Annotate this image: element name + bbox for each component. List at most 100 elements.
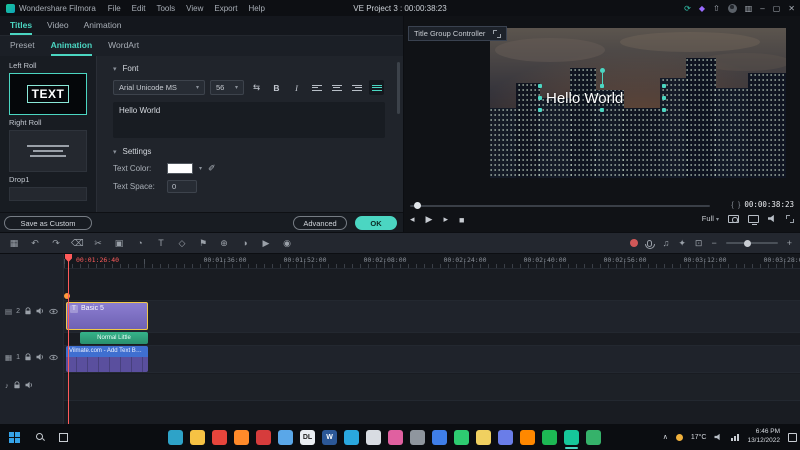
chevron-down-icon[interactable]: ▾ [199,165,202,172]
text-tool-icon[interactable]: T [155,238,167,248]
undo-icon[interactable]: ↶ [29,238,41,249]
eye-icon[interactable] [49,308,58,315]
text-color-swatch[interactable] [167,163,193,174]
next-frame-button[interactable]: ▸ [443,214,448,225]
menu-item[interactable]: Export [214,4,237,13]
resize-handle[interactable] [600,108,604,112]
upgrade-icon[interactable]: ◆ [699,4,705,13]
network-icon[interactable] [731,433,740,441]
resize-handle[interactable] [662,96,666,100]
align-center-button[interactable] [329,80,344,95]
notepad-icon[interactable] [278,429,293,445]
chrome-icon[interactable] [212,429,227,445]
preset-thumbnail[interactable] [9,130,87,172]
settings-section-header[interactable]: ▾ Settings [113,147,389,156]
snapshot-icon[interactable]: ◉ [281,238,293,249]
recorder-icon[interactable] [586,429,601,445]
subtab-animation[interactable]: Animation [50,36,93,56]
zoom-out-button[interactable]: − [711,238,716,248]
folder-icon[interactable] [190,429,205,445]
mark-in-icon[interactable]: { [731,200,734,209]
record-button[interactable] [629,239,638,247]
discord-icon[interactable] [498,429,513,445]
sync-icon[interactable]: ⟳ [684,4,691,13]
mark-out-icon[interactable]: } [738,200,741,209]
italic-button[interactable]: I [289,80,304,95]
filmora-icon[interactable] [564,429,579,449]
split-icon[interactable]: ✂ [92,238,104,249]
title-group-controller-chip[interactable]: Title Group Controller [408,26,508,41]
zoom-slider[interactable] [725,239,778,247]
volume-icon[interactable] [768,214,774,223]
mute-icon[interactable] [36,307,45,315]
render-icon[interactable]: ▶ [260,238,272,249]
title-clip[interactable]: T Basic 5 [66,302,148,330]
resize-handle[interactable] [600,84,604,88]
orange-marker-pin[interactable] [64,293,70,299]
subtitle-clip[interactable]: Normal Little [80,332,148,344]
store-icon[interactable] [432,429,447,445]
panel-scrollbar[interactable] [397,62,400,114]
camera-icon[interactable] [366,429,381,445]
start-button[interactable] [9,431,20,443]
scrub-handle[interactable] [414,202,421,209]
text-space-input[interactable]: 0 [167,180,197,193]
speed-icon[interactable]: ◔ [134,238,146,248]
eye-icon[interactable] [49,354,58,361]
font-section-header[interactable]: ▾ Font [113,64,389,73]
zoom-slider-knob[interactable] [743,239,751,247]
save-as-custom-button[interactable]: Save as Custom [4,216,92,230]
maximize-button[interactable]: ▢ [773,4,781,13]
subtab-wordart[interactable]: WordArt [108,36,139,56]
lock-icon[interactable] [24,353,32,361]
video-preview[interactable]: Hello World [490,28,786,178]
collapse-icon[interactable]: ▾ [113,148,117,156]
mic-icon[interactable] [645,239,656,249]
resize-handle[interactable] [538,108,542,112]
resize-handle[interactable] [662,84,666,88]
media-icon[interactable]: ▦ [8,238,20,249]
fullscreen-icon[interactable] [786,214,794,223]
tray-volume-icon[interactable] [714,433,721,441]
subtab-preset[interactable]: Preset [10,36,35,56]
tab-animation[interactable]: Animation [84,16,122,35]
delete-icon[interactable]: ⌫ [71,238,84,249]
ok-button[interactable]: OK [355,216,397,230]
title-text-input[interactable]: Hello World [113,102,385,138]
menu-item[interactable]: Edit [132,4,146,13]
firefox-icon[interactable] [234,429,249,445]
word-icon[interactable]: W [322,429,337,445]
paint-icon[interactable] [388,429,403,445]
bold-button[interactable]: B [269,80,284,95]
vlc-icon[interactable] [520,429,535,445]
rotate-handle[interactable] [600,68,605,73]
preset-thumbnail-selected[interactable]: TEXT [9,73,87,115]
quality-select[interactable]: Full ▾ [702,214,719,223]
keyframe-icon[interactable]: ◇ [176,238,188,249]
eyedropper-icon[interactable]: ✐ [208,163,216,174]
text-selection-box[interactable] [538,68,666,112]
tab-titles[interactable]: Titles [10,16,33,35]
docs-icon[interactable]: DL [300,429,315,445]
align-left-button[interactable] [309,80,324,95]
menu-item[interactable]: Tools [156,4,175,13]
display-output-icon[interactable] [748,214,759,225]
stop-button[interactable]: ■ [459,215,464,225]
crop-icon[interactable]: ▣ [113,238,125,249]
expand-icon[interactable] [493,29,502,38]
minimize-button[interactable]: – [760,4,764,13]
zoom-in-button[interactable]: + [787,238,792,248]
advanced-button[interactable]: Advanced [293,216,347,230]
notification-center-icon[interactable] [788,432,797,442]
font-size-select[interactable]: 56 ▾ [210,80,244,95]
previous-frame-button[interactable]: ◂ [410,214,415,225]
audio-mixer-icon[interactable]: ♫ [663,238,670,248]
export-share-icon[interactable]: ⇧ [713,4,720,13]
play-button[interactable]: ▶ [426,214,433,225]
spotify-icon[interactable] [542,429,557,445]
mute-icon[interactable] [36,353,45,361]
zoom-to-fit-icon[interactable]: ⊡ [695,238,703,249]
menu-item[interactable]: File [108,4,121,13]
mute-icon[interactable] [25,381,34,389]
resize-handle[interactable] [538,96,542,100]
